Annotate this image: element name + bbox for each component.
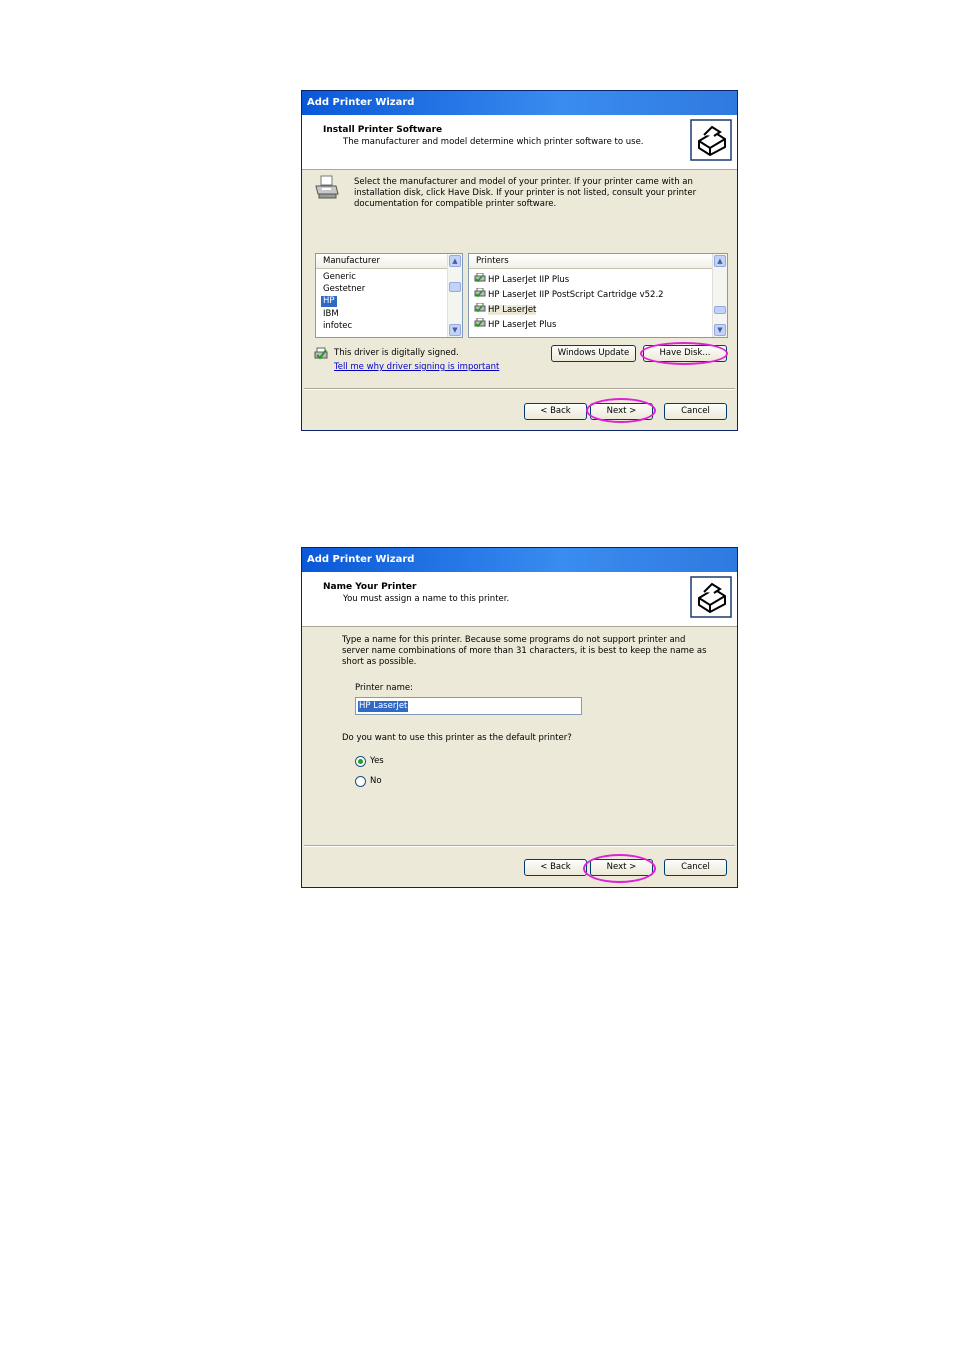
list-item-selected[interactable]: HP xyxy=(321,296,337,307)
back-button[interactable]: < Back xyxy=(524,403,587,420)
dialog2-title-bar: Add Printer Wizard xyxy=(302,548,737,572)
radio-no[interactable] xyxy=(355,776,366,787)
list-item[interactable]: infotec xyxy=(321,321,354,332)
signed-printer-icon xyxy=(474,318,486,328)
signed-printer-icon xyxy=(474,273,486,283)
cancel-button[interactable]: Cancel xyxy=(664,403,727,420)
scroll-thumb[interactable] xyxy=(714,306,726,314)
next-button[interactable]: Next > xyxy=(590,403,653,420)
scroll-down-icon[interactable]: ▼ xyxy=(449,324,461,336)
radio-yes[interactable] xyxy=(355,756,366,767)
manufacturer-list[interactable]: Manufacturer Generic Gestetner HP IBM in… xyxy=(315,253,463,338)
printer-label: HP LaserJet IIP PostScript Cartridge v52… xyxy=(488,290,664,300)
dialog1-header-title: Install Printer Software xyxy=(323,125,443,135)
dialog2-footer-separator xyxy=(304,845,735,847)
install-printer-software-dialog: Add Printer Wizard Install Printer Softw… xyxy=(301,90,738,431)
dialog1-footer-separator xyxy=(304,388,735,390)
list-item[interactable]: HP LaserJet IIP PostScript Cartridge v52… xyxy=(474,288,664,301)
dialog2-header: Name Your Printer You must assign a name… xyxy=(302,572,737,627)
scroll-up-icon[interactable]: ▲ xyxy=(714,255,726,267)
radio-yes-label[interactable]: Yes xyxy=(370,756,384,767)
manufacturer-column-header[interactable]: Manufacturer xyxy=(316,254,462,269)
radio-selected-dot xyxy=(358,759,363,764)
manufacturer-scrollbar[interactable]: ▲ ▼ xyxy=(447,254,462,337)
dialog1-header-subtitle: The manufacturer and model determine whi… xyxy=(343,137,644,147)
dialog2-instructions: Type a name for this printer. Because so… xyxy=(342,635,707,667)
name-your-printer-dialog: Add Printer Wizard Name Your Printer You… xyxy=(301,547,738,888)
printer-name-value: HP LaserJet xyxy=(358,701,409,712)
signed-driver-icon xyxy=(314,347,328,360)
dialog2-header-subtitle: You must assign a name to this printer. xyxy=(343,594,510,604)
printer-wizard-icon xyxy=(690,119,732,161)
printer-name-label: Printer name: xyxy=(355,683,413,693)
list-item[interactable]: Generic xyxy=(321,272,358,283)
driver-signing-link[interactable]: Tell me why driver signing is important xyxy=(334,362,499,373)
dialog1-title-bar: Add Printer Wizard xyxy=(302,91,737,115)
signed-status-text: This driver is digitally signed. xyxy=(334,348,459,358)
list-item-selected[interactable]: HP LaserJet xyxy=(474,303,537,316)
printers-scrollbar[interactable]: ▲ ▼ xyxy=(712,254,727,337)
scroll-thumb[interactable] xyxy=(449,282,461,292)
radio-no-label[interactable]: No xyxy=(370,776,382,787)
list-item[interactable]: Gestetner xyxy=(321,284,367,295)
cancel-button[interactable]: Cancel xyxy=(664,859,727,876)
list-item[interactable]: HP LaserJet IIP Plus xyxy=(474,273,569,286)
printer-label: HP LaserJet Plus xyxy=(488,320,557,330)
printer-label: HP LaserJet IIP Plus xyxy=(488,275,570,285)
printers-list[interactable]: Printers HP LaserJet IIP Plus HP LaserJe… xyxy=(468,253,728,338)
list-item[interactable]: IBM xyxy=(321,309,341,320)
windows-update-button[interactable]: Windows Update xyxy=(551,345,636,362)
next-button[interactable]: Next > xyxy=(590,859,653,876)
signed-printer-icon xyxy=(474,303,486,313)
back-button[interactable]: < Back xyxy=(524,859,587,876)
dialog1-header: Install Printer Software The manufacture… xyxy=(302,115,737,170)
have-disk-button[interactable]: Have Disk... xyxy=(643,345,727,362)
dialog2-header-title: Name Your Printer xyxy=(323,582,417,592)
list-item[interactable]: HP LaserJet Plus xyxy=(474,318,556,331)
printer-icon xyxy=(315,175,339,199)
signed-printer-icon xyxy=(474,288,486,298)
scroll-down-icon[interactable]: ▼ xyxy=(714,324,726,336)
printer-label: HP LaserJet xyxy=(488,305,537,315)
dialog1-instructions: Select the manufacturer and model of you… xyxy=(354,177,697,209)
printer-wizard-icon xyxy=(690,576,732,618)
scroll-up-icon[interactable]: ▲ xyxy=(449,255,461,267)
printer-name-input[interactable]: HP LaserJet xyxy=(355,697,582,715)
default-printer-question: Do you want to use this printer as the d… xyxy=(342,733,572,743)
printers-column-header[interactable]: Printers xyxy=(469,254,727,269)
